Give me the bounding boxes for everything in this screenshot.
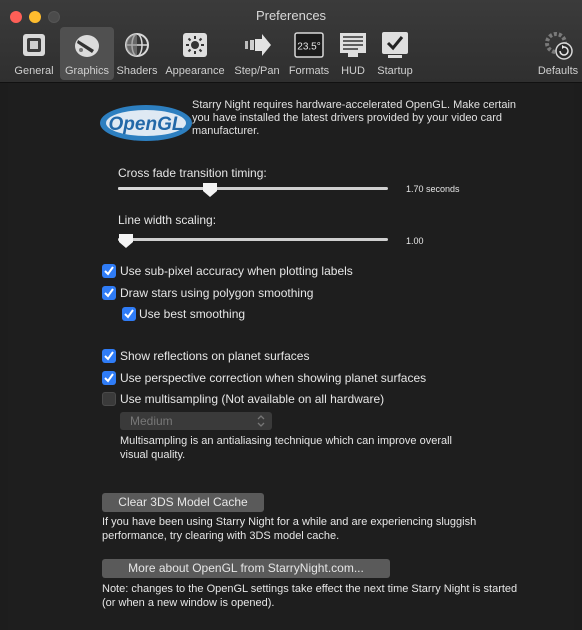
- checkmark-icon: [104, 351, 114, 361]
- best-smoothing-checkbox[interactable]: [122, 307, 136, 321]
- toolbar-item-shaders[interactable]: Shaders: [114, 27, 160, 80]
- toolbar-item-graphics[interactable]: Graphics: [60, 27, 114, 80]
- multisampling-label[interactable]: Use multisampling (Not available on all …: [120, 392, 384, 406]
- perspective-checkbox[interactable]: [102, 371, 116, 385]
- perspective-label[interactable]: Use perspective correction when showing …: [120, 371, 426, 385]
- shaders-icon: [125, 33, 149, 57]
- multisampling-quality-popup[interactable]: Medium: [120, 412, 272, 430]
- toolbar-item-formats[interactable]: 23.5° Formats: [285, 27, 333, 80]
- svg-text:OpenGL: OpenGL: [109, 114, 184, 135]
- toolbar-item-label: Defaults: [537, 65, 579, 77]
- line-width-slider-knob[interactable]: [118, 233, 134, 249]
- hud-icon: [340, 33, 366, 57]
- general-icon: [23, 34, 45, 56]
- checkmark-icon: [104, 266, 114, 276]
- toolbar-item-startup[interactable]: Startup: [373, 27, 417, 80]
- cross-fade-slider-knob[interactable]: [202, 182, 218, 198]
- toolbar-item-label: Step/Pan: [234, 65, 280, 77]
- preferences-window: Preferences General Graphics Shaders App…: [0, 0, 582, 630]
- cross-fade-slider[interactable]: [118, 183, 388, 197]
- toolbar-item-label: General: [14, 65, 54, 77]
- clear-3ds-cache-button[interactable]: Clear 3DS Model Cache: [102, 493, 264, 512]
- toolbar-item-label: Appearance: [165, 65, 225, 77]
- subpixel-label[interactable]: Use sub-pixel accuracy when plotting lab…: [120, 264, 353, 278]
- toolbar-item-label: Startup: [377, 65, 413, 77]
- graphics-pane: OpenGL Starry Night requires hardware-ac…: [8, 83, 574, 630]
- multisampling-note: Multisampling is an antialiasing techniq…: [120, 435, 453, 461]
- cross-fade-value: 1.70 seconds: [406, 184, 460, 194]
- multisampling-quality-value: Medium: [130, 414, 173, 428]
- toolbar-item-appearance[interactable]: Appearance: [162, 27, 228, 80]
- graphics-icon: [75, 35, 99, 57]
- reflections-label[interactable]: Show reflections on planet surfaces: [120, 349, 309, 363]
- line-width-slider[interactable]: [118, 234, 388, 248]
- checkmark-icon: [104, 288, 114, 298]
- more-about-opengl-button[interactable]: More about OpenGL from StarryNight.com..…: [102, 559, 390, 578]
- defaults-icon: [545, 32, 573, 60]
- step-pan-icon: [245, 34, 271, 56]
- line-width-value: 1.00: [406, 236, 424, 246]
- toolbar-item-step-pan[interactable]: Step/Pan: [230, 27, 284, 80]
- line-width-label: Line width scaling:: [118, 213, 217, 227]
- cache-note: If you have been using Starry Night for …: [102, 516, 477, 542]
- opengl-intro-text: Starry Night requires hardware-accelerat…: [192, 99, 517, 137]
- chevron-updown-icon: [257, 415, 265, 427]
- formats-icon-text: 23.5°: [297, 42, 320, 53]
- formats-icon: 23.5°: [294, 32, 324, 58]
- appearance-icon: [183, 33, 207, 57]
- toolbar-item-label: Formats: [288, 65, 330, 77]
- subpixel-checkbox[interactable]: [102, 264, 116, 278]
- toolbar-item-hud[interactable]: HUD: [335, 27, 371, 80]
- reflections-checkbox[interactable]: [102, 349, 116, 363]
- polygon-smoothing-label[interactable]: Draw stars using polygon smoothing: [120, 286, 313, 300]
- opengl-logo: OpenGL: [100, 105, 192, 141]
- polygon-smoothing-checkbox[interactable]: [102, 286, 116, 300]
- startup-icon: [382, 32, 408, 58]
- toolbar-item-general[interactable]: General: [12, 27, 56, 80]
- cross-fade-slider-fill: [118, 187, 210, 190]
- toolbar-item-label: Shaders: [116, 65, 158, 77]
- toolbar-item-defaults[interactable]: Defaults: [534, 27, 582, 80]
- toolbar-item-label: Graphics: [64, 65, 110, 77]
- toolbar-item-label: HUD: [341, 65, 365, 77]
- title-bar: Preferences General Graphics Shaders App…: [0, 0, 582, 83]
- cross-fade-label: Cross fade transition timing:: [118, 166, 267, 180]
- opengl-settings-note: Note: changes to the OpenGL settings tak…: [102, 583, 518, 609]
- best-smoothing-label[interactable]: Use best smoothing: [139, 307, 245, 321]
- multisampling-checkbox[interactable]: [102, 392, 116, 406]
- checkmark-icon: [104, 373, 114, 383]
- checkmark-icon: [124, 309, 134, 319]
- window-title: Preferences: [255, 8, 327, 23]
